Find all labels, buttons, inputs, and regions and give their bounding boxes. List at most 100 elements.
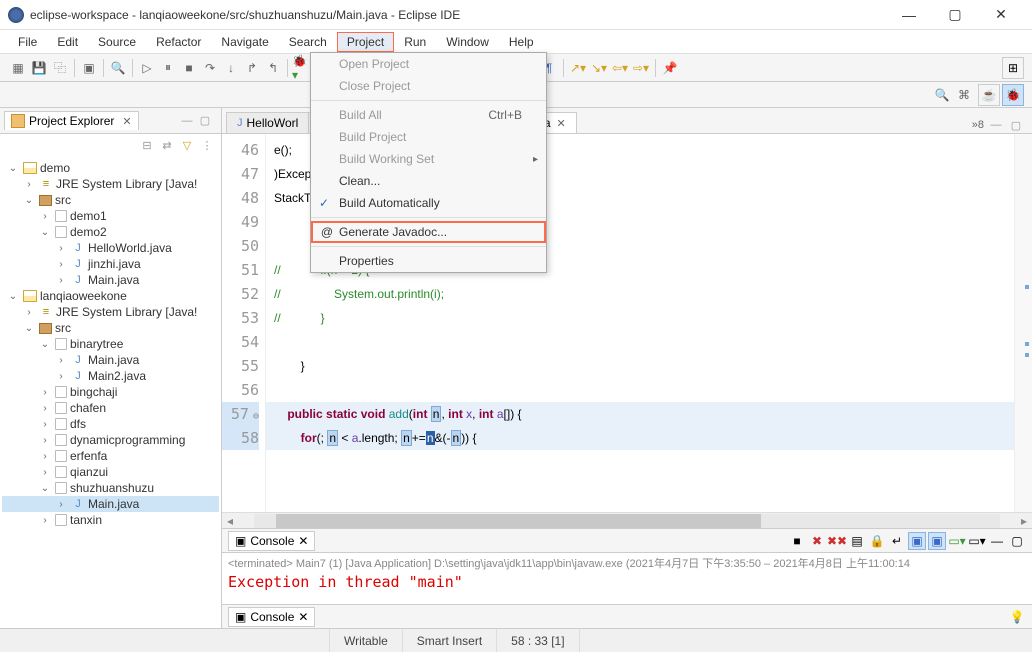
cmd-icon[interactable]: ⌘ [954,85,974,105]
save-all-icon[interactable]: ⿻ [50,58,70,78]
remove-all-icon[interactable]: ✖✖ [828,532,846,550]
clear-icon[interactable]: ▤ [848,532,866,550]
menu-refactor[interactable]: Refactor [146,32,211,52]
maximize-view-icon[interactable]: ▢ [197,113,213,129]
code-line[interactable]: // System.out.println(i); [266,282,1014,306]
view-menu-icon[interactable]: ⋮ [199,137,215,153]
tree-item[interactable]: ⌄binarytree [2,336,219,352]
tree-item[interactable]: ›dfs [2,416,219,432]
nav1-icon[interactable]: ↗▾ [568,58,588,78]
quick-access-icon[interactable]: 🔍 [932,85,952,105]
menu-source[interactable]: Source [88,32,146,52]
menu-item-generate-javadoc-[interactable]: @Generate Javadoc... [311,221,546,243]
stop-icon[interactable]: ■ [179,58,199,78]
tree-item[interactable]: ⌄demo [2,160,219,176]
show-on-output-icon[interactable]: ▣ [908,532,926,550]
project-explorer-tab[interactable]: Project Explorer ✕ [4,111,139,130]
menu-item-properties[interactable]: Properties [311,250,546,272]
code-line[interactable]: } [266,354,1014,378]
close-icon[interactable]: ✕ [557,117,566,130]
close-icon[interactable]: ✕ [122,115,131,128]
collapse-all-icon[interactable]: ⊟ [139,137,155,153]
code-line[interactable] [266,378,1014,402]
close-icon[interactable]: ✕ [298,610,308,624]
tree-item[interactable]: ›Jjinzhi.java [2,256,219,272]
editor-hscrollbar[interactable] [254,514,1000,528]
code-line[interactable]: for(; n < a.length; n+=n&(-n)) { [266,426,1014,450]
link-editor-icon[interactable]: ⇄ [159,137,175,153]
step-return-icon[interactable]: ↰ [263,58,283,78]
open-perspective-button[interactable]: ⊞ [1002,57,1024,79]
skip-icon[interactable]: ▷ [137,58,157,78]
display-icon[interactable]: ▭▾ [968,532,986,550]
word-wrap-icon[interactable]: ↵ [888,532,906,550]
tree-item[interactable]: ›JMain.java [2,272,219,288]
search-icon[interactable]: 🔍 [108,58,128,78]
console2-tab[interactable]: ▣ Console ✕ [228,607,315,627]
maximize-button[interactable]: ▢ [932,0,978,30]
bulb-icon[interactable]: 💡 [1008,608,1026,626]
remove-icon[interactable]: ✖ [808,532,826,550]
show-on-err-icon[interactable]: ▣ [928,532,946,550]
tree-item[interactable]: ›JMain2.java [2,368,219,384]
toggle-icon[interactable]: ▣ [79,58,99,78]
tree-item[interactable]: ›qianzui [2,464,219,480]
open-console-icon[interactable]: ▭▾ [948,532,966,550]
tree-item[interactable]: ›tanxin [2,512,219,528]
step-over-icon[interactable]: ↱ [242,58,262,78]
console-tab[interactable]: ▣ Console ✕ [228,531,315,551]
close-button[interactable]: ✕ [978,0,1024,30]
tree-item[interactable]: ⌄shuzhuanshuzu [2,480,219,496]
tree-item[interactable]: ›≡JRE System Library [Java! [2,176,219,192]
minimize-view-icon[interactable]: — [179,113,195,129]
tree-item[interactable]: ⌄src [2,192,219,208]
scroll-lock-icon[interactable]: 🔒 [868,532,886,550]
tree-item[interactable]: ›erfenfa [2,448,219,464]
menu-item-build-automatically[interactable]: Build Automatically [311,192,546,214]
menu-project[interactable]: Project [337,32,394,52]
back-icon[interactable]: ⇦▾ [610,58,630,78]
pause-icon[interactable]: ⏸ [158,58,178,78]
tree-item[interactable]: ›JMain.java [2,496,219,512]
minimize-icon[interactable]: — [988,117,1004,133]
menu-window[interactable]: Window [436,32,499,52]
tree-item[interactable]: ›JMain.java [2,352,219,368]
tree-item[interactable]: ›bingchaji [2,384,219,400]
step-into-icon[interactable]: ↓ [221,58,241,78]
tree-item[interactable]: ›JHelloWorld.java [2,240,219,256]
max-icon[interactable]: ▢ [1008,532,1026,550]
menu-help[interactable]: Help [499,32,544,52]
menu-edit[interactable]: Edit [47,32,88,52]
tree-item[interactable]: ⌄src [2,320,219,336]
tree-item[interactable]: ⌄demo2 [2,224,219,240]
terminate-icon[interactable]: ■ [788,532,806,550]
min-icon[interactable]: — [988,532,1006,550]
close-icon[interactable]: ✕ [298,534,308,548]
debug-icon[interactable]: 🐞▾ [292,58,312,78]
filter-icon[interactable]: ▽ [179,137,195,153]
menu-file[interactable]: File [8,32,47,52]
editor-tab[interactable]: JHelloWorl [226,112,309,133]
menu-search[interactable]: Search [279,32,337,52]
pin2-icon[interactable]: 📌 [660,58,680,78]
minimize-button[interactable]: — [886,0,932,30]
save-icon[interactable]: 💾 [29,58,49,78]
java-perspective-button[interactable]: ☕ [978,84,1000,106]
new-icon[interactable]: ▦ [8,58,28,78]
code-line[interactable]: // } [266,306,1014,330]
tab-overflow[interactable]: »8 [972,119,984,131]
code-line[interactable]: public static void add(int n, int x, int… [266,402,1014,426]
tree-item[interactable]: ›chafen [2,400,219,416]
tree-item[interactable]: ⌄lanqiaoweekone [2,288,219,304]
tree-item[interactable]: ›≡JRE System Library [Java! [2,304,219,320]
step-icon[interactable]: ↷ [200,58,220,78]
debug-perspective-button[interactable]: 🐞 [1002,84,1024,106]
menu-navigate[interactable]: Navigate [211,32,278,52]
tree-item[interactable]: ›demo1 [2,208,219,224]
forward-icon[interactable]: ⇨▾ [631,58,651,78]
menu-item-clean-[interactable]: Clean... [311,170,546,192]
maximize-icon[interactable]: ▢ [1008,117,1024,133]
menu-run[interactable]: Run [394,32,436,52]
nav2-icon[interactable]: ↘▾ [589,58,609,78]
tree-item[interactable]: ›dynamicprogramming [2,432,219,448]
